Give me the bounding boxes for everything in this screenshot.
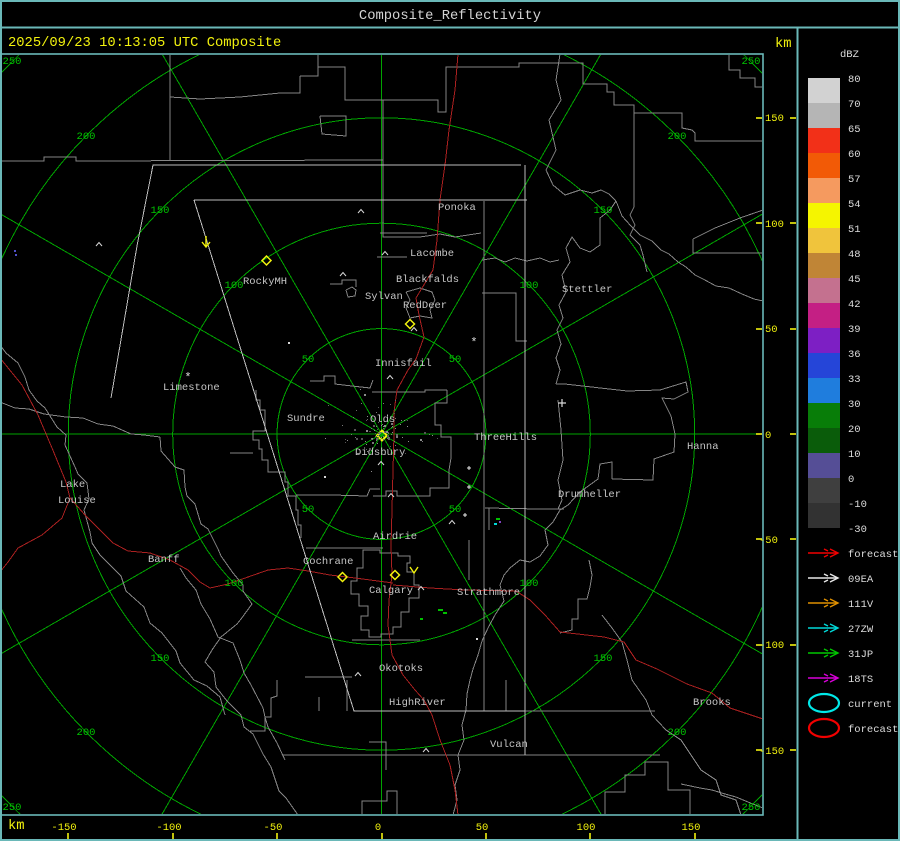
svg-text:0: 0 (848, 474, 854, 486)
svg-text:Innisfail: Innisfail (375, 358, 432, 370)
svg-text:48: 48 (848, 249, 861, 261)
svg-text:*: * (470, 336, 477, 350)
svg-text:100: 100 (577, 822, 596, 834)
svg-text:Drumheller: Drumheller (558, 489, 621, 501)
svg-text:Strathmore: Strathmore (457, 587, 520, 599)
svg-text:200: 200 (668, 727, 687, 739)
svg-text:50: 50 (765, 324, 778, 336)
svg-text:-10: -10 (848, 499, 867, 511)
svg-text:150: 150 (151, 653, 170, 665)
svg-text:-150: -150 (759, 746, 784, 758)
svg-text:70: 70 (848, 99, 861, 111)
svg-text:150: 150 (594, 653, 613, 665)
svg-text:Lake: Lake (60, 479, 85, 491)
svg-text:-50: -50 (264, 822, 283, 834)
svg-text:18TS: 18TS (848, 674, 873, 686)
svg-text:Vulcan: Vulcan (490, 739, 528, 751)
svg-text:Brooks: Brooks (693, 697, 731, 709)
svg-text:57: 57 (848, 174, 861, 186)
svg-text:2025/09/23 10:13:05 UTC Compos: 2025/09/23 10:13:05 UTC Composite (8, 35, 281, 51)
svg-text:Stettler: Stettler (562, 284, 612, 296)
svg-text:50: 50 (449, 504, 462, 516)
svg-text:30: 30 (848, 399, 861, 411)
svg-text:RedDeer: RedDeer (403, 300, 447, 312)
svg-text:200: 200 (77, 727, 96, 739)
svg-text:60: 60 (848, 149, 861, 161)
svg-text:Okotoks: Okotoks (379, 663, 423, 675)
svg-text:-30: -30 (848, 524, 867, 536)
svg-text:Blackfalds: Blackfalds (396, 274, 459, 286)
svg-text:Calgary: Calgary (369, 585, 413, 597)
svg-text:km: km (775, 36, 792, 52)
svg-text:27ZW: 27ZW (848, 624, 874, 636)
svg-text:Airdrie: Airdrie (373, 531, 417, 543)
svg-text:65: 65 (848, 124, 861, 136)
svg-text:100: 100 (520, 280, 539, 292)
svg-text:-100: -100 (156, 822, 181, 834)
svg-text:Hanna: Hanna (687, 441, 719, 453)
svg-text:54: 54 (848, 199, 861, 211)
svg-text:100: 100 (225, 280, 244, 292)
svg-text:39: 39 (848, 324, 861, 336)
svg-text:Lacombe: Lacombe (410, 248, 454, 260)
svg-text:250: 250 (742, 802, 761, 814)
svg-text:50: 50 (449, 354, 462, 366)
svg-text:200: 200 (668, 131, 687, 143)
svg-text:Composite_Reflectivity: Composite_Reflectivity (359, 8, 541, 24)
svg-text:20: 20 (848, 424, 861, 436)
svg-text:80: 80 (848, 74, 861, 86)
svg-text:50: 50 (302, 354, 315, 366)
svg-text:current: current (848, 699, 892, 711)
svg-text:36: 36 (848, 349, 861, 361)
svg-text:100: 100 (765, 219, 784, 231)
svg-text:150: 150 (682, 822, 701, 834)
svg-text:dBZ: dBZ (840, 49, 859, 61)
svg-text:50: 50 (302, 504, 315, 516)
svg-text:-150: -150 (51, 822, 76, 834)
svg-text:-50: -50 (759, 535, 778, 547)
svg-text:forecast: forecast (848, 549, 898, 561)
svg-text:HighRiver: HighRiver (389, 697, 446, 709)
svg-text:250: 250 (742, 56, 761, 68)
svg-text:Sylvan: Sylvan (365, 291, 403, 303)
svg-text:100: 100 (520, 578, 539, 590)
svg-text:200: 200 (77, 131, 96, 143)
svg-text:51: 51 (848, 224, 861, 236)
svg-text:Banff: Banff (148, 554, 180, 566)
svg-text:Ponoka: Ponoka (438, 202, 476, 214)
svg-text:09EA: 09EA (848, 574, 874, 586)
svg-text:42: 42 (848, 299, 861, 311)
svg-text:-100: -100 (759, 640, 784, 652)
svg-text:0: 0 (765, 430, 771, 442)
svg-text:45: 45 (848, 274, 861, 286)
svg-text:ThreeHills: ThreeHills (474, 432, 537, 444)
svg-text:km: km (8, 818, 25, 834)
svg-text:33: 33 (848, 374, 861, 386)
svg-text:100: 100 (225, 578, 244, 590)
svg-text:RockyMH: RockyMH (243, 276, 287, 288)
svg-text:31JP: 31JP (848, 649, 873, 661)
svg-text:Louise: Louise (58, 495, 96, 507)
svg-text:0: 0 (375, 822, 381, 834)
svg-text:250: 250 (3, 56, 22, 68)
svg-text:250: 250 (3, 802, 22, 814)
svg-text:Cochrane: Cochrane (303, 556, 353, 568)
svg-text:Sundre: Sundre (287, 413, 325, 425)
svg-text:forecast: forecast (848, 724, 898, 736)
svg-text:*: * (184, 371, 191, 385)
svg-text:150: 150 (151, 205, 170, 217)
svg-text:111V: 111V (848, 599, 874, 611)
svg-text:Didsbury: Didsbury (355, 447, 405, 459)
svg-text:150: 150 (594, 205, 613, 217)
svg-text:50: 50 (476, 822, 489, 834)
svg-text:150: 150 (765, 113, 784, 125)
svg-text:10: 10 (848, 449, 861, 461)
